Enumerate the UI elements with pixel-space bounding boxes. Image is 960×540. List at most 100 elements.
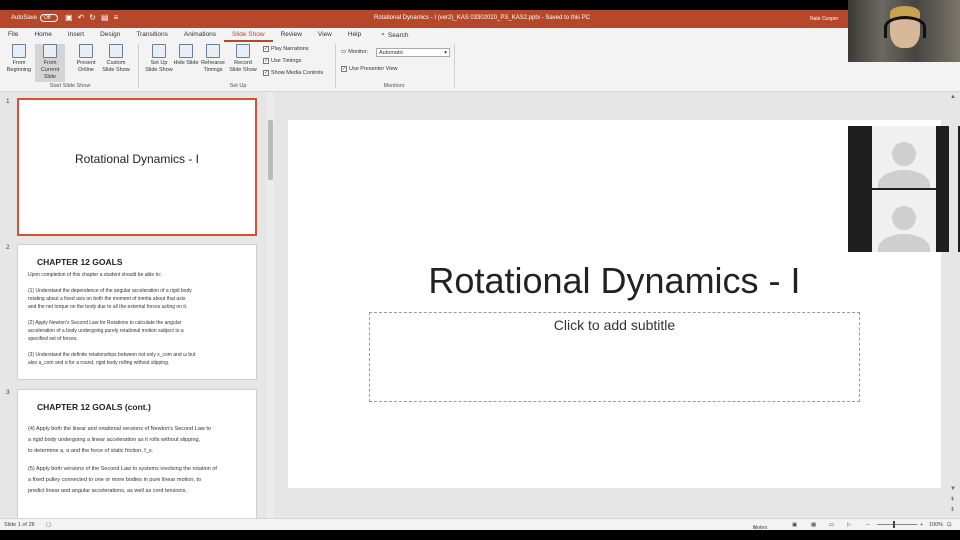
thumb-text: and the net torque on the body due to al… <box>28 304 188 310</box>
tab-animations[interactable]: Animations <box>176 28 224 42</box>
redo-icon[interactable]: ↻ <box>89 13 96 22</box>
record-slide-show-button[interactable]: Record Slide Show <box>228 44 258 74</box>
slide-title[interactable]: Rotational Dynamics - I <box>288 260 941 302</box>
subtitle-placeholder[interactable]: Click to add subtitle <box>369 312 860 402</box>
thumb-text: acceleration of a body undergoing purely… <box>28 328 184 334</box>
use-presenter-view-checkbox[interactable]: ✓ Use Presenter View <box>341 66 398 72</box>
play-narrations-label: Play Narrations <box>271 46 309 52</box>
tab-transitions[interactable]: Transitions <box>128 28 176 42</box>
chevron-down-icon: ▾ <box>444 50 447 56</box>
slide-sorter-icon[interactable]: ▦ <box>811 522 816 528</box>
zoom-out-icon[interactable]: − <box>866 522 869 528</box>
group-monitors: Monitors <box>383 83 405 89</box>
rehearse-label: Rehearse Timings <box>201 60 225 73</box>
zoom-in-icon[interactable]: + <box>920 522 923 528</box>
show-media-controls-checkbox[interactable]: ✓ Show Media Controls <box>263 70 323 76</box>
record-icon <box>236 44 250 58</box>
present-online-button[interactable]: Present Online <box>71 44 101 74</box>
slide-number: 3 <box>6 389 10 396</box>
tab-insert[interactable]: Insert <box>60 28 92 42</box>
spellcheck-icon[interactable]: ▢ <box>46 522 51 528</box>
custom-show-label: Custom Slide Show <box>102 60 130 73</box>
thumb-heading: CHAPTER 12 GOALS (cont.) <box>37 402 151 412</box>
thumb-text: (3) Understand the definite relationship… <box>28 352 196 358</box>
zoom-slider-handle[interactable] <box>893 521 895 528</box>
rehearse-timings-button[interactable]: Rehearse Timings <box>198 44 228 74</box>
set-up-label: Set Up Slide Show <box>145 60 173 73</box>
thumb-text: predict linear and angular accelerations… <box>28 488 187 494</box>
reading-view-icon[interactable]: ▭ <box>829 522 834 528</box>
slide-thumbnail-3[interactable]: CHAPTER 12 GOALS (cont.) (4) Apply both … <box>17 389 257 518</box>
thumb-text: a rigid body undergoing a linear acceler… <box>28 437 201 443</box>
hide-slide-icon <box>179 44 193 58</box>
hide-slide-label: Hide Slide <box>173 60 199 66</box>
thumb-heading: CHAPTER 12 GOALS <box>37 257 123 267</box>
tab-slide-show[interactable]: Slide Show <box>224 28 273 42</box>
slide-number: 2 <box>6 244 10 251</box>
avatar-icon <box>892 206 916 230</box>
present-online-icon <box>79 44 93 58</box>
save-icon[interactable]: ▣ <box>65 13 73 22</box>
zoom-slider[interactable] <box>877 524 917 525</box>
tab-design[interactable]: Design <box>92 28 128 42</box>
fit-to-window-icon[interactable]: ⊡ <box>947 522 952 528</box>
presenter-view-label: Use Presenter View <box>349 66 398 72</box>
zoom-level[interactable]: 100% <box>929 522 943 528</box>
slideshow-current-icon <box>43 44 57 58</box>
document-title: Rotational Dynamics - I (ver2)_KAS 03302… <box>374 15 591 21</box>
thumb-text: (5) Apply both versions of the Second La… <box>28 466 217 472</box>
rehearse-icon <box>206 44 220 58</box>
scroll-up-icon[interactable]: ▲ <box>950 94 956 100</box>
participant-tile <box>872 190 936 252</box>
user-name[interactable]: Nate Cooper <box>810 16 838 22</box>
thumbnails-scrollbar[interactable] <box>267 92 274 518</box>
normal-view-icon[interactable]: ▣ <box>792 522 797 528</box>
tab-home[interactable]: Home <box>26 28 59 42</box>
hide-slide-button[interactable]: Hide Slide <box>171 44 201 67</box>
thumb-text: (1) Understand the dependence of the ang… <box>28 288 192 294</box>
scrollbar-thumb[interactable] <box>268 120 273 180</box>
slide-thumbnails-pane: 1 Rotational Dynamics - I 2 CHAPTER 12 G… <box>0 92 275 518</box>
thumb-text: to determine a, α and the force of stati… <box>28 448 154 454</box>
autosave-toggle[interactable]: Off <box>40 14 58 22</box>
use-timings-checkbox[interactable]: ✓ Use Timings <box>263 58 301 64</box>
custom-slide-show-button[interactable]: Custom Slide Show <box>101 44 131 74</box>
tab-view[interactable]: View <box>310 28 340 42</box>
scroll-down-icon[interactable]: ▼ <box>950 486 956 492</box>
present-icon[interactable]: ▤ <box>101 13 109 22</box>
from-beginning-button[interactable]: From Beginning <box>4 44 34 74</box>
next-slide-icon[interactable]: ⇟ <box>950 506 955 513</box>
tab-help[interactable]: Help <box>340 28 369 42</box>
slide-canvas[interactable]: Rotational Dynamics - I Click to add sub… <box>288 120 941 488</box>
ribbon: From Beginning From Current Slide Presen… <box>0 42 960 92</box>
group-divider <box>335 44 336 88</box>
customize-qat-icon[interactable]: ≡ <box>114 13 119 22</box>
thumb-text: rotating about a fixed axis on both the … <box>28 296 186 302</box>
tab-file[interactable]: File <box>0 28 26 42</box>
set-up-slide-show-button[interactable]: Set Up Slide Show <box>144 44 174 74</box>
custom-show-icon <box>109 44 123 58</box>
slide-thumbnail-1[interactable]: Rotational Dynamics - I <box>17 98 257 236</box>
play-narrations-checkbox[interactable]: ✓ Play Narrations <box>263 46 309 52</box>
search-box[interactable]: ⌕ Search <box>369 31 408 39</box>
previous-slide-icon[interactable]: ⇞ <box>950 496 955 503</box>
slide-thumbnail-2[interactable]: CHAPTER 12 GOALS Upon completion of this… <box>17 244 257 380</box>
monitor-select[interactable]: Automatic ▾ <box>376 48 450 57</box>
present-online-label: Present Online <box>76 60 96 73</box>
slideshow-start-icon <box>12 44 26 58</box>
undo-icon[interactable]: ↶ <box>78 13 85 22</box>
tab-review[interactable]: Review <box>273 28 310 42</box>
meeting-participants <box>848 126 960 252</box>
slide-scrollbar[interactable]: ▲ ▼ ⇞ ⇟ <box>949 92 958 518</box>
status-bar: Slide 1 of 28 ▢ ≡ Notes ▣ ▦ ▭ ▷ − + 100%… <box>0 518 960 531</box>
group-set-up: Set Up <box>229 83 247 89</box>
slideshow-view-icon[interactable]: ▷ <box>847 522 851 528</box>
slide-counter: Slide 1 of 28 <box>4 522 35 528</box>
search-icon: ⌕ <box>381 31 385 38</box>
use-timings-label: Use Timings <box>271 58 302 64</box>
monitor-label: Monitor: <box>348 49 369 55</box>
participant-tile <box>872 126 936 188</box>
slide-number: 1 <box>6 98 10 105</box>
from-current-label: From Current Slide <box>40 60 60 80</box>
from-current-slide-button[interactable]: From Current Slide <box>35 44 65 82</box>
